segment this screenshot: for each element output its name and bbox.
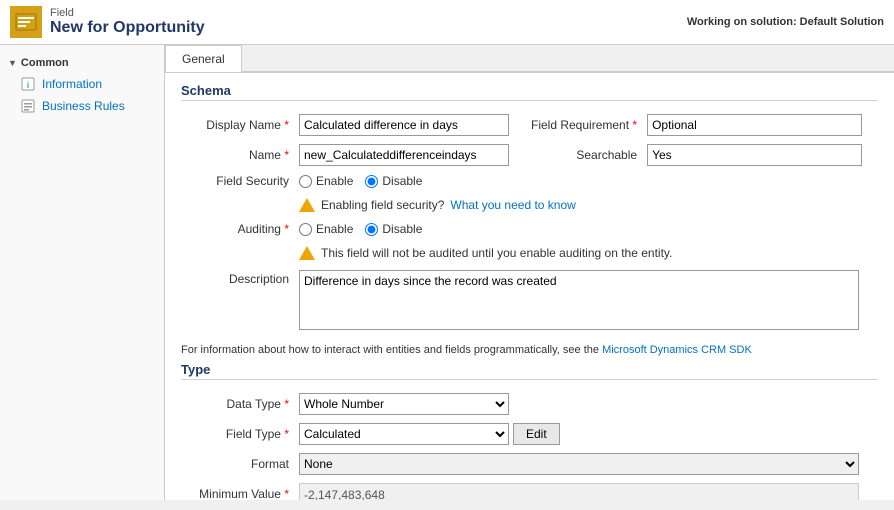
svg-text:i: i: [27, 80, 29, 90]
format-label: Format: [183, 450, 293, 478]
auditing-warning-row: This field will not be audited until you…: [299, 244, 872, 262]
min-value-required: *: [284, 487, 289, 500]
sidebar-section-label: Common: [21, 57, 69, 69]
field-requirement-label: Field Requirement *: [527, 111, 641, 139]
auditing-disable-radio[interactable]: [365, 223, 378, 236]
auditing-required: *: [284, 222, 289, 236]
field-security-warning-cell: Enabling field security? What you need t…: [295, 193, 876, 217]
information-icon: i: [20, 76, 36, 92]
field-security-warning-text: Enabling field security?: [321, 198, 444, 212]
sdk-link[interactable]: Microsoft Dynamics CRM SDK: [602, 344, 752, 356]
field-requirement-cell: Optional Business Recommended Business R…: [643, 111, 876, 139]
main-content: General Schema Display Name * Field Requ…: [165, 45, 894, 500]
sidebar-item-information[interactable]: i Information: [0, 73, 164, 95]
auditing-enable-label[interactable]: Enable: [299, 222, 353, 236]
field-req-required: *: [632, 118, 637, 132]
auditing-warning-text: This field will not be audited until you…: [321, 246, 672, 260]
header-subtitle: Field: [50, 7, 205, 19]
header-title-block: Field New for Opportunity: [50, 7, 205, 37]
sidebar-section-header: ▼ Common: [0, 53, 164, 73]
field-security-cell: Enable Disable: [295, 171, 876, 191]
field-security-warning-row: Enabling field security? What you need t…: [299, 196, 872, 214]
field-security-disable-radio[interactable]: [365, 175, 378, 188]
auditing-warning-icon: [299, 246, 315, 260]
description-label: Description: [183, 267, 293, 336]
data-type-cell: Whole Number Single Line of Text Decimal…: [295, 390, 876, 418]
field-security-spacer: [183, 193, 293, 217]
display-name-required: *: [284, 118, 289, 132]
auditing-disable-label[interactable]: Disable: [365, 222, 422, 236]
header-title: New for Opportunity: [50, 19, 205, 37]
format-select[interactable]: None: [299, 453, 859, 475]
sidebar-item-information-label: Information: [42, 77, 102, 91]
chevron-down-icon: ▼: [8, 58, 17, 68]
schema-section-title: Schema: [181, 83, 878, 101]
header-left: Field New for Opportunity: [10, 6, 205, 38]
auditing-label: Auditing *: [183, 219, 293, 239]
name-cell: [295, 141, 525, 169]
sidebar-section-common: ▼ Common i Information: [0, 49, 164, 121]
header: Field New for Opportunity Working on sol…: [0, 0, 894, 45]
auditing-warning-spacer: [183, 241, 293, 265]
field-type-required: *: [284, 427, 289, 441]
searchable-cell: Yes No: [643, 141, 876, 169]
tab-general[interactable]: General: [165, 45, 242, 72]
display-name-input[interactable]: [299, 114, 509, 136]
tab-bar: General: [165, 45, 894, 73]
schema-table: Display Name * Field Requirement * Opti: [181, 109, 878, 338]
type-section-title: Type: [181, 362, 878, 380]
name-required: *: [284, 148, 289, 162]
form-content: Schema Display Name * Field Requirement …: [165, 73, 894, 500]
business-rules-icon: [20, 98, 36, 114]
edit-button[interactable]: Edit: [513, 423, 560, 445]
description-cell: Difference in days since the record was …: [295, 267, 876, 336]
working-on-label: Working on solution: Default Solution: [687, 16, 884, 28]
sidebar: ▼ Common i Information: [0, 45, 165, 500]
field-security-enable-label[interactable]: Enable: [299, 174, 353, 188]
field-security-label: Field Security: [183, 171, 293, 191]
auditing-cell: Enable Disable: [295, 219, 876, 239]
searchable-select-wrapper: Yes No: [647, 144, 862, 166]
field-type-label: Field Type *: [183, 420, 293, 448]
field-requirement-select-wrapper: Optional Business Recommended Business R…: [647, 114, 862, 136]
field-type-select[interactable]: Simple Calculated Rollup: [299, 423, 509, 445]
field-security-radio-group: Enable Disable: [299, 174, 872, 188]
auditing-warning-cell: This field will not be audited until you…: [295, 241, 876, 265]
field-type-group: Simple Calculated Rollup Edit: [299, 423, 872, 445]
type-table: Data Type * Whole Number Single Line of …: [181, 388, 878, 500]
format-cell: None: [295, 450, 876, 478]
sidebar-item-business-rules[interactable]: Business Rules: [0, 95, 164, 117]
min-value-label: Minimum Value *: [183, 480, 293, 500]
layout: ▼ Common i Information: [0, 45, 894, 500]
display-name-cell: [295, 111, 525, 139]
min-value-readonly: -2,147,483,648: [299, 483, 859, 500]
field-type-cell: Simple Calculated Rollup Edit: [295, 420, 876, 448]
data-type-required: *: [284, 397, 289, 411]
name-label: Name *: [183, 141, 293, 169]
searchable-select[interactable]: Yes No: [647, 144, 862, 166]
display-name-label: Display Name *: [183, 111, 293, 139]
field-security-link[interactable]: What you need to know: [450, 198, 575, 212]
min-value-cell: -2,147,483,648: [295, 480, 876, 500]
field-requirement-select[interactable]: Optional Business Recommended Business R…: [647, 114, 862, 136]
sidebar-item-business-rules-label: Business Rules: [42, 99, 125, 113]
field-security-disable-label[interactable]: Disable: [365, 174, 422, 188]
field-icon: [10, 6, 42, 38]
auditing-enable-radio[interactable]: [299, 223, 312, 236]
name-input[interactable]: [299, 144, 509, 166]
data-type-select[interactable]: Whole Number Single Line of Text Decimal…: [299, 393, 509, 415]
searchable-label: Searchable: [527, 141, 641, 169]
auditing-radio-group: Enable Disable: [299, 222, 872, 236]
data-type-label: Data Type *: [183, 390, 293, 418]
description-textarea[interactable]: Difference in days since the record was …: [299, 270, 859, 330]
warning-triangle-icon: [299, 198, 315, 212]
field-security-enable-radio[interactable]: [299, 175, 312, 188]
sdk-info-row: For information about how to interact wi…: [181, 344, 878, 356]
